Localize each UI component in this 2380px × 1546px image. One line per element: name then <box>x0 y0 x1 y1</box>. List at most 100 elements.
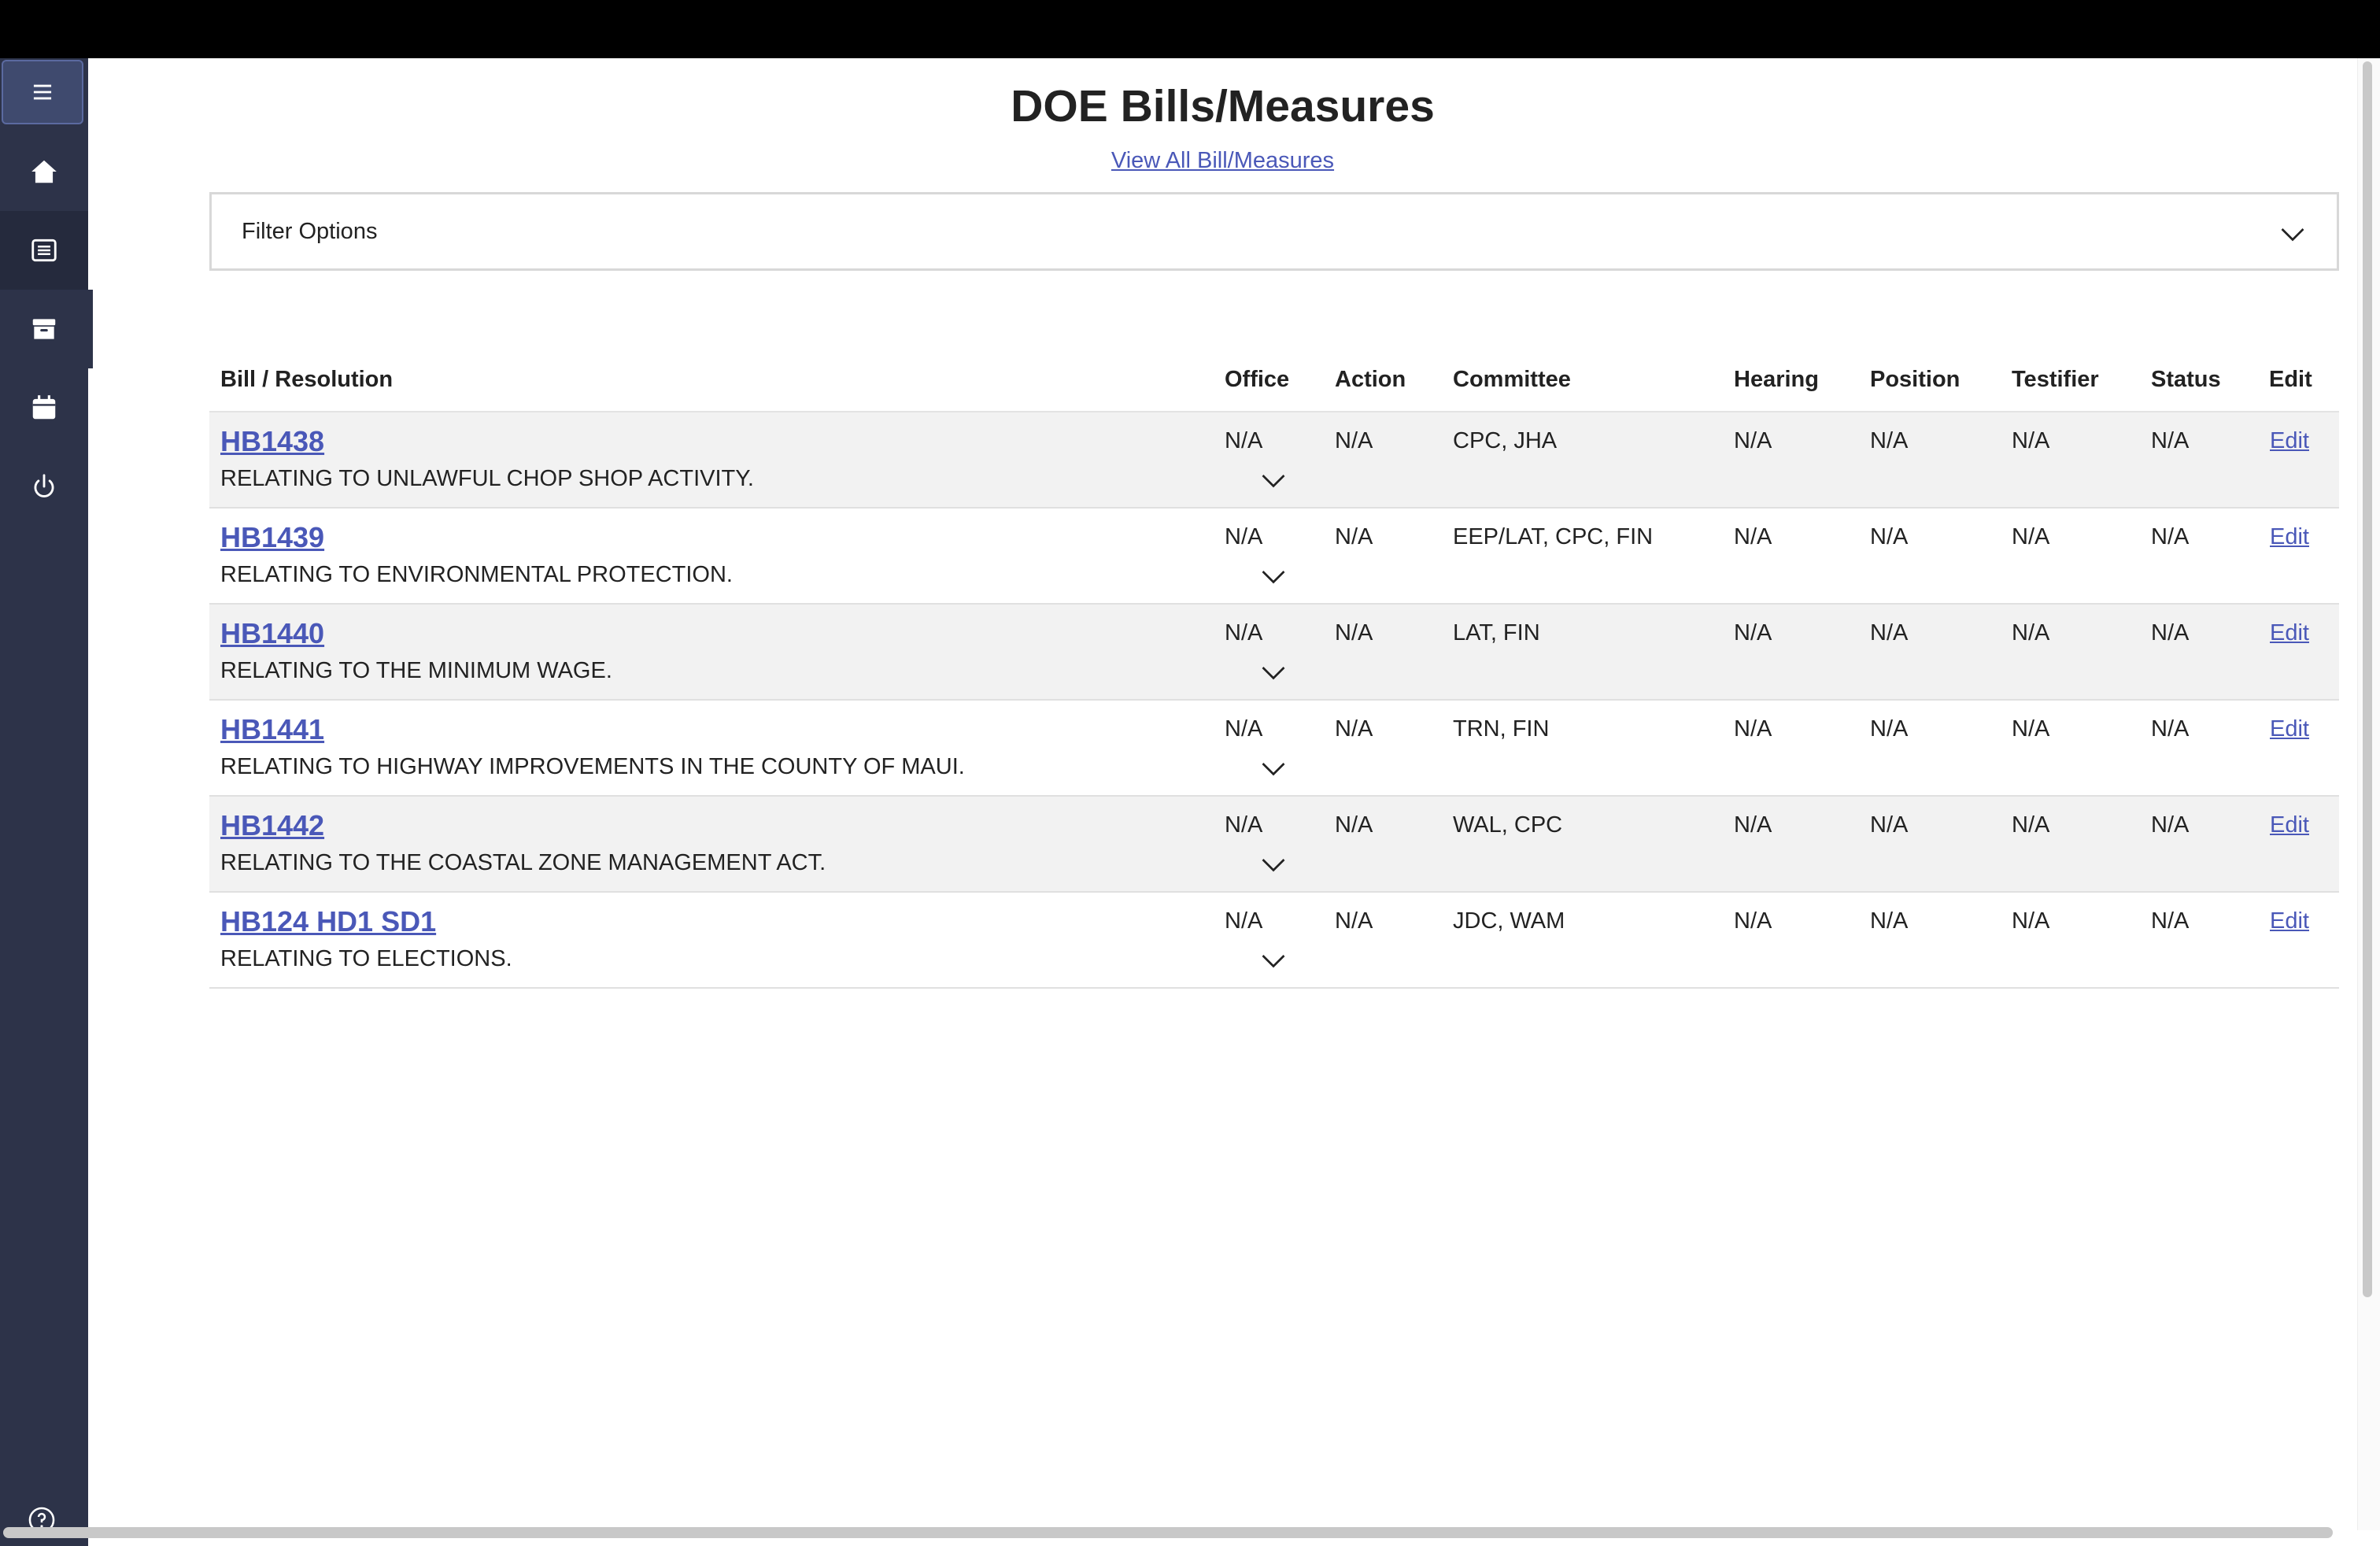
bill-description: RELATING TO THE MINIMUM WAGE. <box>220 658 612 683</box>
bill-link[interactable]: HB1441 <box>220 713 324 746</box>
status-cell: N/A <box>2151 620 2190 645</box>
edit-link[interactable]: Edit <box>2270 620 2309 646</box>
filter-options-label: Filter Options <box>242 218 378 244</box>
action-cell: N/A <box>1335 524 1373 549</box>
testifier-cell: N/A <box>2012 620 2050 645</box>
page-title: DOE Bills/Measures <box>1011 81 1435 131</box>
testifier-cell: N/A <box>2012 428 2050 453</box>
committee-cell: TRN, FIN <box>1453 716 1550 742</box>
position-cell: N/A <box>1870 428 1909 453</box>
edit-link[interactable]: Edit <box>2270 524 2309 550</box>
chevron-down-icon[interactable] <box>1259 850 1288 878</box>
bill-link[interactable]: HB1442 <box>220 809 324 842</box>
bill-description: RELATING TO ELECTIONS. <box>220 946 512 971</box>
position-cell: N/A <box>1870 524 1909 549</box>
position-cell: N/A <box>1870 908 1909 934</box>
office-cell: N/A <box>1225 620 1263 645</box>
chevron-down-icon[interactable] <box>1259 754 1288 782</box>
header-position: Position <box>1870 367 1961 392</box>
bill-description: RELATING TO HIGHWAY IMPROVEMENTS IN THE … <box>220 754 965 779</box>
committee-cell: CPC, JHA <box>1453 428 1558 453</box>
action-cell: N/A <box>1335 620 1373 645</box>
position-cell: N/A <box>1870 812 1909 838</box>
header-hearing: Hearing <box>1734 367 1819 392</box>
committee-cell: EEP/LAT, CPC, FIN <box>1453 524 1654 549</box>
sidebar <box>0 58 93 1546</box>
header-committee: Committee <box>1453 367 1571 392</box>
testifier-cell: N/A <box>2012 524 2050 549</box>
horizontal-scrollbar[interactable] <box>3 1527 2333 1538</box>
header-office: Office <box>1225 367 1290 392</box>
table-row: HB1439 RELATING TO ENVIRONMENTAL PROTECT… <box>209 509 2339 605</box>
status-cell: N/A <box>2151 428 2190 453</box>
hearing-cell: N/A <box>1734 620 1772 645</box>
main-content: DOE Bills/Measures View All Bill/Measure… <box>88 58 2361 1530</box>
testifier-cell: N/A <box>2012 908 2050 934</box>
chevron-down-icon[interactable] <box>1259 562 1288 590</box>
office-cell: N/A <box>1225 428 1263 453</box>
view-all-link[interactable]: View All Bill/Measures <box>1111 148 1334 173</box>
header-bill: Bill / Resolution <box>220 367 394 392</box>
action-cell: N/A <box>1335 716 1373 742</box>
hearing-cell: N/A <box>1734 908 1772 934</box>
bill-description: RELATING TO THE COASTAL ZONE MANAGEMENT … <box>220 850 826 875</box>
header-action: Action <box>1335 367 1406 392</box>
table-header: Bill / Resolution Office Action Committe… <box>209 294 2339 412</box>
hearing-cell: N/A <box>1734 428 1772 453</box>
edit-link[interactable]: Edit <box>2270 812 2309 838</box>
chevron-down-icon[interactable] <box>1259 466 1288 494</box>
status-cell: N/A <box>2151 524 2190 549</box>
testifier-cell: N/A <box>2012 812 2050 838</box>
committee-cell: JDC, WAM <box>1453 908 1565 934</box>
status-cell: N/A <box>2151 908 2190 934</box>
table-row: HB1442 RELATING TO THE COASTAL ZONE MANA… <box>209 797 2339 893</box>
chevron-down-icon[interactable] <box>1259 658 1288 686</box>
bill-description: RELATING TO ENVIRONMENTAL PROTECTION. <box>220 562 733 587</box>
bill-link[interactable]: HB1440 <box>220 617 324 650</box>
chevron-down-icon[interactable] <box>1259 946 1288 975</box>
chevron-down-icon[interactable] <box>2278 220 2307 248</box>
action-cell: N/A <box>1335 812 1373 838</box>
header-edit: Edit <box>2269 367 2312 392</box>
view-all-container: View All Bill/Measures <box>0 148 2357 174</box>
table-row: HB124 HD1 SD1 RELATING TO ELECTIONS. N/A… <box>209 893 2339 989</box>
sidebar-item-logout[interactable] <box>0 447 88 526</box>
sidebar-item-bills[interactable] <box>0 211 88 290</box>
hearing-cell: N/A <box>1734 812 1772 838</box>
sidebar-item-calendar[interactable] <box>0 368 88 447</box>
table-row: HB1440 RELATING TO THE MINIMUM WAGE. N/A… <box>209 605 2339 701</box>
header-status: Status <box>2151 367 2221 392</box>
office-cell: N/A <box>1225 812 1263 838</box>
top-bar <box>0 0 2380 58</box>
status-cell: N/A <box>2151 716 2190 742</box>
edit-link[interactable]: Edit <box>2270 716 2309 742</box>
calendar-icon <box>32 395 56 420</box>
committee-cell: LAT, FIN <box>1453 620 1540 645</box>
bill-link[interactable]: HB1439 <box>220 521 324 554</box>
header-testifier: Testifier <box>2012 367 2099 392</box>
bills-table: Bill / Resolution Office Action Committe… <box>209 294 2339 989</box>
edit-link[interactable]: Edit <box>2270 908 2309 934</box>
sidebar-item-archive[interactable] <box>0 290 93 368</box>
filter-options-panel[interactable]: Filter Options <box>209 192 2339 271</box>
position-cell: N/A <box>1870 620 1909 645</box>
bill-link[interactable]: HB124 HD1 SD1 <box>220 905 436 938</box>
action-cell: N/A <box>1335 428 1373 453</box>
testifier-cell: N/A <box>2012 716 2050 742</box>
bill-description: RELATING TO UNLAWFUL CHOP SHOP ACTIVITY. <box>220 466 754 491</box>
vertical-scrollbar[interactable] <box>2363 61 2372 1297</box>
hearing-cell: N/A <box>1734 524 1772 549</box>
office-cell: N/A <box>1225 908 1263 934</box>
office-cell: N/A <box>1225 524 1263 549</box>
position-cell: N/A <box>1870 716 1909 742</box>
office-cell: N/A <box>1225 716 1263 742</box>
table-row: HB1438 RELATING TO UNLAWFUL CHOP SHOP AC… <box>209 412 2339 509</box>
table-row: HB1441 RELATING TO HIGHWAY IMPROVEMENTS … <box>209 701 2339 797</box>
archive-icon <box>32 319 56 339</box>
power-icon <box>34 474 54 497</box>
edit-link[interactable]: Edit <box>2270 428 2309 454</box>
action-cell: N/A <box>1335 908 1373 934</box>
bill-link[interactable]: HB1438 <box>220 425 324 458</box>
list-icon <box>31 239 57 262</box>
status-cell: N/A <box>2151 812 2190 838</box>
